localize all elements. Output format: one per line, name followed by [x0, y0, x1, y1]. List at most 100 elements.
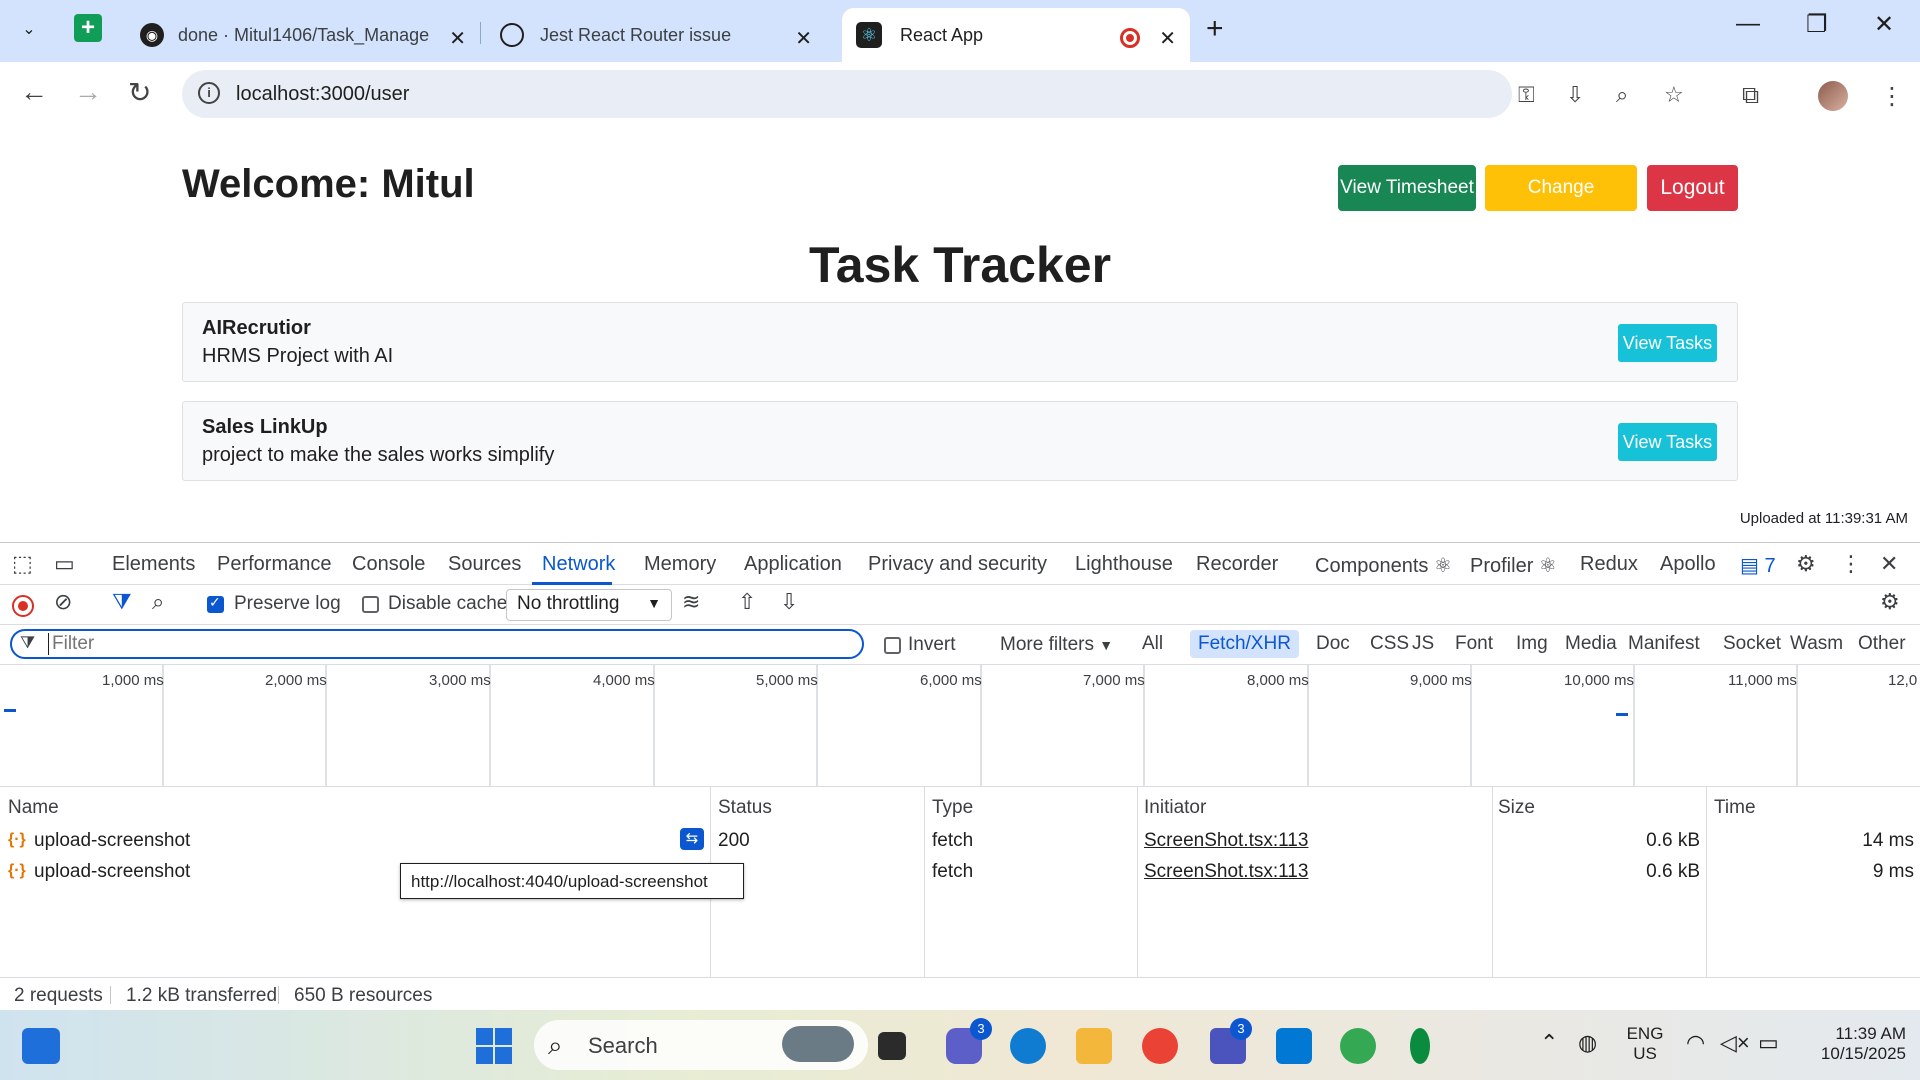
tab-lighthouse[interactable]: Lighthouse [1075, 553, 1173, 576]
profile-avatar[interactable] [1818, 81, 1848, 111]
tab-search-chevron-icon[interactable]: ⌄ [14, 14, 44, 44]
filter-type-js[interactable]: JS [1404, 630, 1442, 658]
google-sheets-pinned-tab-icon[interactable]: + [74, 14, 102, 42]
tab-application[interactable]: Application [744, 553, 842, 576]
invert-checkbox[interactable] [884, 637, 901, 654]
back-icon[interactable]: ← [20, 76, 48, 108]
filter-funnel-icon[interactable]: ⧩ [112, 589, 132, 615]
request-name[interactable]: upload-screenshot [34, 830, 190, 852]
mongodb-icon[interactable] [1410, 1028, 1430, 1064]
throttling-select[interactable]: No throttling ▼ [506, 589, 672, 621]
file-explorer-icon[interactable] [1076, 1028, 1112, 1064]
pinwheel-app-icon[interactable] [1142, 1028, 1178, 1064]
filter-type-manifest[interactable]: Manifest [1620, 630, 1708, 658]
tab-github[interactable]: ◉ done · Mitul1406/Task_Manage ✕ [126, 8, 480, 62]
view-timesheet-button[interactable]: View Timesheet [1338, 165, 1476, 211]
inspect-element-icon[interactable]: ⬚ [12, 551, 33, 577]
filter-type-doc[interactable]: Doc [1308, 630, 1358, 658]
task-view-icon[interactable] [878, 1032, 906, 1060]
zoom-icon[interactable]: ⌕ [1616, 82, 1628, 108]
device-toolbar-icon[interactable]: ▭ [54, 551, 75, 577]
view-tasks-button[interactable]: View Tasks [1618, 324, 1717, 362]
table-row[interactable]: {·} upload-screenshot fetch ScreenShot.t… [0, 857, 1920, 887]
input-language[interactable]: ENG US [1622, 1024, 1668, 1064]
column-initiator[interactable]: Initiator [1144, 797, 1206, 819]
disable-cache-checkbox[interactable] [362, 596, 379, 613]
export-har-icon[interactable]: ⇩ [780, 589, 798, 615]
show-hidden-icons-icon[interactable]: ⌃ [1540, 1030, 1558, 1056]
close-devtools-icon[interactable]: ✕ [1880, 551, 1898, 577]
close-tab-icon[interactable]: ✕ [795, 26, 812, 51]
column-size[interactable]: Size [1498, 797, 1535, 819]
reload-icon[interactable]: ↻ [128, 76, 151, 109]
volume-muted-icon[interactable]: ◁× [1720, 1030, 1750, 1056]
close-tab-icon[interactable]: ✕ [449, 26, 466, 51]
filter-type-wasm[interactable]: Wasm [1782, 630, 1851, 658]
table-row[interactable]: {·} upload-screenshot ⇆ 200 fetch Screen… [0, 826, 1920, 856]
forward-icon[interactable]: → [74, 76, 102, 108]
battery-icon[interactable]: ▭ [1758, 1030, 1779, 1056]
filter-type-socket[interactable]: Socket [1715, 630, 1789, 658]
restore-icon[interactable]: ❐ [1806, 10, 1828, 39]
minimize-icon[interactable]: — [1736, 10, 1760, 38]
filter-input[interactable] [48, 633, 848, 655]
close-tab-icon[interactable]: ✕ [1159, 26, 1176, 51]
tab-memory[interactable]: Memory [644, 553, 716, 576]
issues-counter[interactable]: ▤ 7 [1740, 553, 1776, 578]
widgets-icon[interactable] [22, 1028, 60, 1064]
view-tasks-button[interactable]: View Tasks [1618, 423, 1717, 461]
filter-type-font[interactable]: Font [1447, 630, 1501, 658]
vscode-icon[interactable] [1276, 1028, 1312, 1064]
settings-gear-icon[interactable]: ⚙ [1796, 551, 1816, 577]
menu-kebab-icon[interactable]: ⋮ [1880, 82, 1904, 111]
more-options-icon[interactable]: ⋮ [1840, 551, 1862, 577]
tab-privacy-security[interactable]: Privacy and security [868, 553, 1047, 576]
column-status[interactable]: Status [718, 797, 772, 819]
request-initiator-link[interactable]: ScreenShot.tsx:113 [1144, 861, 1308, 883]
extensions-icon[interactable]: ⧉ [1742, 82, 1759, 110]
more-filters-dropdown[interactable]: More filters ▼ [1000, 634, 1113, 656]
new-tab-button[interactable]: + [1206, 12, 1224, 46]
install-app-icon[interactable]: ⇩ [1566, 82, 1584, 108]
site-info-icon[interactable]: i [198, 82, 220, 104]
password-key-icon[interactable]: ⚿ [1518, 82, 1535, 108]
column-time[interactable]: Time [1714, 797, 1756, 819]
record-network-icon[interactable] [12, 595, 34, 617]
request-name[interactable]: upload-screenshot [34, 861, 190, 883]
edge-icon[interactable] [1010, 1028, 1046, 1064]
tab-console[interactable]: Console [352, 553, 425, 576]
chrome-icon[interactable] [1340, 1028, 1376, 1064]
filter-type-other[interactable]: Other [1850, 630, 1914, 658]
clear-log-icon[interactable]: ⊘ [54, 589, 72, 615]
address-bar[interactable]: i localhost:3000/user ⚿ ⇩ ⌕ ☆ [182, 70, 1684, 118]
column-name[interactable]: Name [8, 797, 59, 819]
tab-profiler[interactable]: Profiler ⚛ [1470, 553, 1557, 578]
request-initiator-link[interactable]: ScreenShot.tsx:113 [1144, 830, 1308, 852]
tab-network[interactable]: Network [542, 553, 615, 576]
tab-redux[interactable]: Redux [1580, 553, 1638, 576]
tab-sources[interactable]: Sources [448, 553, 521, 576]
taskbar-search[interactable]: ⌕ Search [534, 1020, 868, 1070]
network-settings-gear-icon[interactable]: ⚙ [1880, 589, 1900, 615]
logout-button[interactable]: Logout [1647, 165, 1738, 211]
filter-type-media[interactable]: Media [1557, 630, 1625, 658]
tab-performance[interactable]: Performance [217, 553, 332, 576]
tab-chatgpt[interactable]: Jest React Router issue ✕ [486, 8, 826, 62]
tab-recorder[interactable]: Recorder [1196, 553, 1278, 576]
network-globe-icon[interactable]: ◍ [1578, 1030, 1597, 1056]
tab-components[interactable]: Components ⚛ [1315, 553, 1452, 578]
filter-type-fetch-xhr[interactable]: Fetch/XHR [1190, 630, 1299, 658]
close-window-icon[interactable]: ✕ [1874, 10, 1894, 39]
change-password-button[interactable]: Change Password [1485, 165, 1637, 244]
filter-type-img[interactable]: Img [1508, 630, 1556, 658]
bookmark-star-icon[interactable]: ☆ [1664, 82, 1684, 108]
column-type[interactable]: Type [932, 797, 973, 819]
filter-type-all[interactable]: All [1134, 630, 1171, 658]
network-conditions-icon[interactable]: ≋ [682, 589, 700, 615]
network-overview-timeline[interactable]: 1,000 ms 2,000 ms 3,000 ms 4,000 ms 5,00… [0, 665, 1920, 787]
tab-react-app[interactable]: ⚛ React App ✕ [842, 8, 1190, 62]
search-icon[interactable]: ⌕ [152, 589, 164, 615]
wifi-icon[interactable]: ◠ [1686, 1030, 1705, 1056]
tab-elements[interactable]: Elements [112, 553, 195, 576]
import-har-icon[interactable]: ⇧ [738, 589, 756, 615]
